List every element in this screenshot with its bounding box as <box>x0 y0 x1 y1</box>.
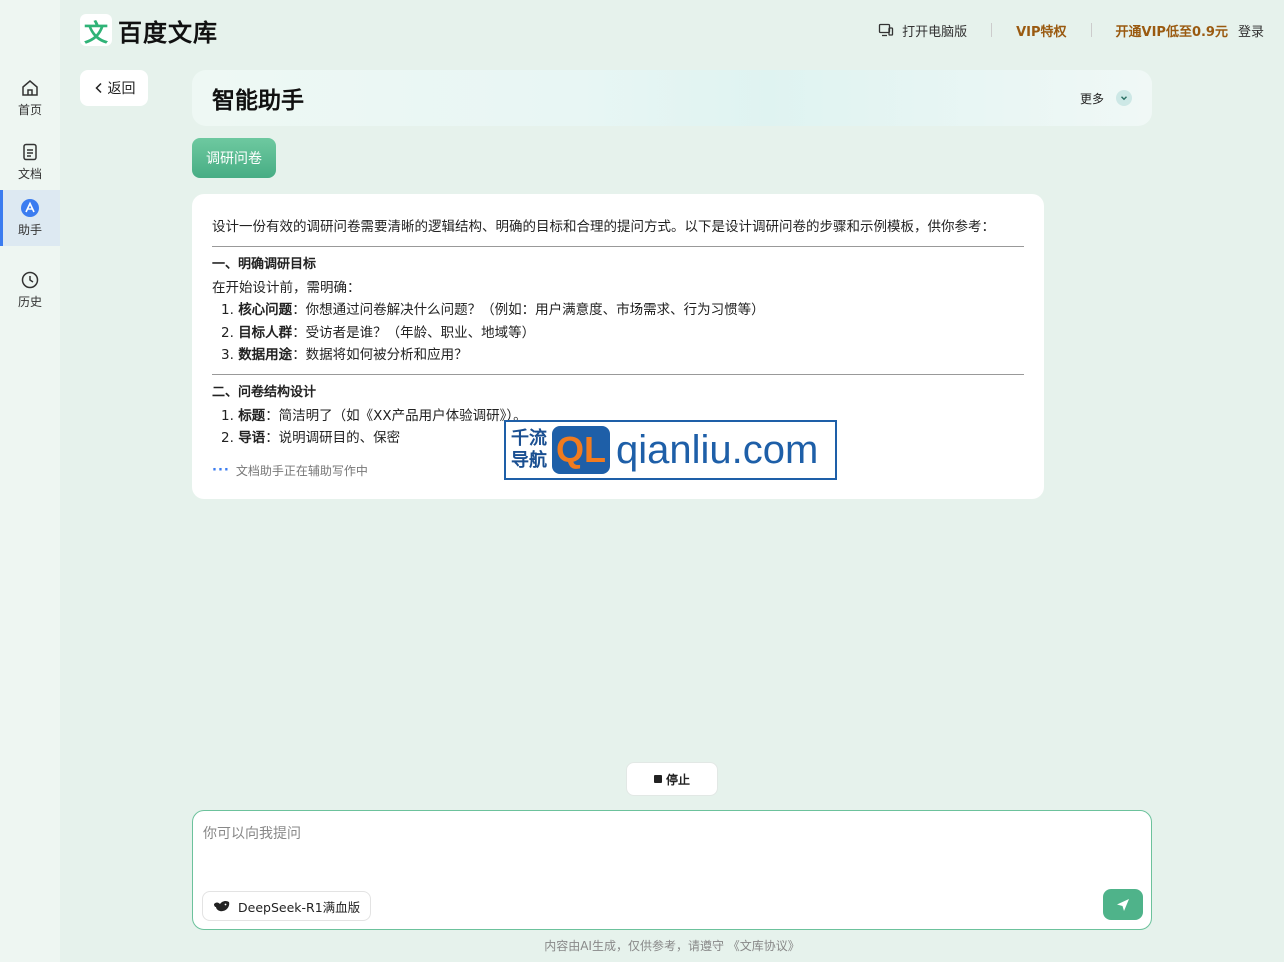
assistant-icon <box>21 199 39 217</box>
send-button[interactable] <box>1103 889 1143 920</box>
loading-dots-icon: ··· <box>212 462 230 478</box>
sidebar-item-label: 首页 <box>17 103 42 117</box>
send-icon <box>1117 898 1129 911</box>
sidebar-item-label: 历史 <box>17 295 42 309</box>
more-dropdown[interactable]: 更多 <box>1080 90 1132 107</box>
sidebar-item-label: 助手 <box>17 223 42 237</box>
topic-chip[interactable]: 调研问卷 <box>192 138 276 178</box>
answer-intro: 设计一份有效的调研问卷需要清晰的逻辑结构、明确的目标和合理的提问方式。以下是设计… <box>212 219 995 235</box>
logo-mark: 文 <box>80 14 112 47</box>
list-item: 3. 数据用途：数据将如何被分析和应用？ <box>221 347 468 363</box>
sidebar-item-history[interactable]: 历史 <box>0 262 60 318</box>
back-label: 返回 <box>107 81 136 97</box>
watermark-badge: QL <box>552 426 610 474</box>
whale-icon <box>214 900 230 912</box>
sidebar-item-home[interactable]: 首页 <box>0 70 60 126</box>
divider <box>212 373 1024 375</box>
home-icon <box>22 80 38 96</box>
section-lead: 在开始设计前，需明确： <box>212 280 361 296</box>
chevron-down-icon <box>1116 90 1132 106</box>
chevron-left-icon <box>94 82 102 94</box>
section-heading: 二、问卷结构设计 <box>212 384 317 400</box>
stop-icon <box>653 775 662 783</box>
monitor-icon <box>878 23 894 37</box>
list-item: 2. 目标人群：受访者是谁？（年龄、职业、地域等） <box>221 324 536 341</box>
clock-icon <box>21 271 39 289</box>
sidebar-item-label: 文档 <box>17 167 42 181</box>
brand-name: 百度文库 <box>118 18 218 47</box>
chat-input-box: DeepSeek-R1满血版 <box>192 810 1152 930</box>
open-desktop-link[interactable]: 打开电脑版 <box>878 21 967 40</box>
sidebar-item-documents[interactable]: 文档 <box>0 134 60 190</box>
more-label: 更多 <box>1079 91 1104 106</box>
list-item: 1. 核心问题：你想通过问卷解决什么问题？（例如：用户满意度、市场需求、行为习惯… <box>221 302 765 318</box>
model-selector[interactable]: DeepSeek-R1满血版 <box>202 891 372 921</box>
page-title: 智能助手 <box>212 88 304 114</box>
footer-note: 内容由AI生成，仅供参考，请遵守 《文库协议》 <box>544 939 800 953</box>
open-vip-link[interactable]: 开通VIP低至0.9元 <box>1116 21 1228 40</box>
vip-privileges-link[interactable]: VIP特权 <box>1016 21 1066 40</box>
stop-label: 停止 <box>665 772 690 787</box>
status-text: 文档助手正在辅助写作中 <box>235 463 368 478</box>
divider <box>991 23 993 37</box>
divider <box>212 246 1024 247</box>
document-icon <box>23 143 37 161</box>
top-bar: 打开电脑版 VIP特权 开通VIP低至0.9元 登录 <box>878 20 1264 40</box>
watermark-domain: qianliu.com <box>616 427 819 472</box>
divider <box>1090 23 1092 37</box>
stop-button[interactable]: 停止 <box>626 762 718 796</box>
watermark-cn: 千流 导航 <box>511 428 547 471</box>
section-heading: 一、明确调研目标 <box>212 257 317 272</box>
model-label: DeepSeek-R1满血版 <box>238 899 361 915</box>
watermark-logo: 千流 导航 QL qianliu.com <box>504 420 837 480</box>
left-sidebar: 首页 文档 助手 历史 <box>0 0 60 962</box>
assistant-header: 智能助手 更多 <box>192 70 1152 126</box>
login-link[interactable]: 登录 <box>1238 21 1264 40</box>
back-button[interactable]: 返回 <box>80 70 148 106</box>
open-desktop-label: 打开电脑版 <box>902 24 968 40</box>
brand-logo[interactable]: 文 百度文库 <box>80 14 218 47</box>
question-input[interactable] <box>203 823 1133 883</box>
sidebar-item-assistant[interactable]: 助手 <box>0 190 60 246</box>
